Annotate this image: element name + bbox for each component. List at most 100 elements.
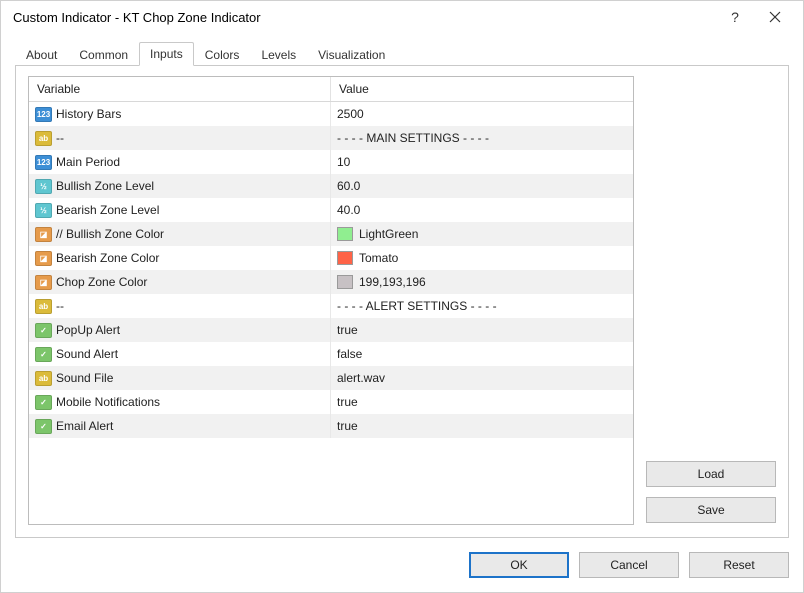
reset-button[interactable]: Reset: [689, 552, 789, 578]
col-header-value[interactable]: Value: [331, 77, 633, 101]
grid-body: 123History Bars2500ab--- - - - MAIN SETT…: [29, 102, 633, 524]
value-cell[interactable]: LightGreen: [331, 222, 633, 246]
close-button[interactable]: [755, 1, 795, 33]
tab-visualization[interactable]: Visualization: [307, 43, 396, 66]
value-text: true: [337, 395, 358, 409]
variable-cell: ½Bearish Zone Level: [29, 198, 331, 222]
value-cell[interactable]: - - - - MAIN SETTINGS - - - -: [331, 126, 633, 150]
variable-cell: ab Sound File: [29, 366, 331, 390]
str-type-icon: ab: [35, 299, 52, 314]
value-cell[interactable]: Tomato: [331, 246, 633, 270]
table-row[interactable]: ◪ Chop Zone Color 199,193,196: [29, 270, 633, 294]
table-row[interactable]: ✓ Sound Alert false: [29, 342, 633, 366]
variable-name: PopUp Alert: [56, 323, 120, 337]
str-type-icon: ab: [35, 371, 52, 386]
variable-cell: ✓ PopUp Alert: [29, 318, 331, 342]
dialog-window: Custom Indicator - KT Chop Zone Indicato…: [0, 0, 804, 593]
titlebar: Custom Indicator - KT Chop Zone Indicato…: [1, 1, 803, 33]
dbl-type-icon: ½: [35, 203, 52, 218]
value-cell[interactable]: alert.wav: [331, 366, 633, 390]
table-row[interactable]: ✓Email Alert true: [29, 414, 633, 438]
tab-about[interactable]: About: [15, 43, 68, 66]
variable-name: History Bars: [56, 107, 121, 121]
col-header-variable[interactable]: Variable: [29, 77, 331, 101]
table-row[interactable]: ◪ // Bullish Zone Color LightGreen: [29, 222, 633, 246]
variable-cell: ✓Email Alert: [29, 414, 331, 438]
value-text: Tomato: [359, 251, 398, 265]
table-row[interactable]: ✓Mobile Notificationstrue: [29, 390, 633, 414]
color-type-icon: ◪: [35, 251, 52, 266]
color-swatch: [337, 227, 353, 241]
side-buttons: Load Save: [646, 76, 776, 525]
variable-cell: ✓ Sound Alert: [29, 342, 331, 366]
value-cell[interactable]: 199,193,196: [331, 270, 633, 294]
tab-inputs[interactable]: Inputs: [139, 42, 194, 66]
value-cell[interactable]: true: [331, 390, 633, 414]
tab-levels[interactable]: Levels: [250, 43, 307, 66]
str-type-icon: ab: [35, 131, 52, 146]
table-row[interactable]: ◪ Bearish Zone Color Tomato: [29, 246, 633, 270]
color-type-icon: ◪: [35, 227, 52, 242]
value-cell[interactable]: true: [331, 318, 633, 342]
save-button[interactable]: Save: [646, 497, 776, 523]
close-icon: [769, 11, 781, 23]
value-text: true: [337, 323, 358, 337]
help-button[interactable]: ?: [715, 1, 755, 33]
load-button[interactable]: Load: [646, 461, 776, 487]
cancel-button[interactable]: Cancel: [579, 552, 679, 578]
inputs-grid[interactable]: Variable Value 123History Bars2500ab--- …: [28, 76, 634, 525]
table-row[interactable]: ½Bullish Zone Level60.0: [29, 174, 633, 198]
value-text: LightGreen: [359, 227, 418, 241]
value-text: 40.0: [337, 203, 360, 217]
value-text: 60.0: [337, 179, 360, 193]
table-row[interactable]: ab--- - - - MAIN SETTINGS - - - -: [29, 126, 633, 150]
value-cell[interactable]: 60.0: [331, 174, 633, 198]
variable-name: Sound Alert: [56, 347, 118, 361]
bool-type-icon: ✓: [35, 323, 52, 338]
int-type-icon: 123: [35, 107, 52, 122]
variable-cell: ab--: [29, 294, 331, 318]
table-row[interactable]: ab-- - - - - ALERT SETTINGS - - - -: [29, 294, 633, 318]
color-type-icon: ◪: [35, 275, 52, 290]
grid-header: Variable Value: [29, 77, 633, 102]
window-title: Custom Indicator - KT Chop Zone Indicato…: [13, 10, 715, 25]
variable-name: Mobile Notifications: [56, 395, 160, 409]
int-type-icon: 123: [35, 155, 52, 170]
variable-name: Main Period: [56, 155, 120, 169]
inputs-grid-wrap: Variable Value 123History Bars2500ab--- …: [28, 76, 634, 525]
variable-cell: ◪ Chop Zone Color: [29, 270, 331, 294]
variable-name: // Bullish Zone Color: [56, 227, 164, 241]
value-cell[interactable]: false: [331, 342, 633, 366]
variable-name: Chop Zone Color: [56, 275, 147, 289]
variable-cell: 123 History Bars: [29, 102, 331, 126]
variable-name: Email Alert: [56, 419, 113, 433]
value-text: 2500: [337, 107, 364, 121]
value-cell[interactable]: 2500: [331, 102, 633, 126]
value-cell[interactable]: 40.0: [331, 198, 633, 222]
table-row[interactable]: 123 History Bars 2500: [29, 102, 633, 126]
tab-common[interactable]: Common: [68, 43, 139, 66]
variable-name: Bullish Zone Level: [56, 179, 154, 193]
variable-name: Bearish Zone Color: [56, 251, 159, 265]
color-swatch: [337, 251, 353, 265]
table-row[interactable]: ✓ PopUp Alert true: [29, 318, 633, 342]
value-cell[interactable]: - - - - ALERT SETTINGS - - - -: [331, 294, 633, 318]
variable-cell: 123 Main Period: [29, 150, 331, 174]
bool-type-icon: ✓: [35, 347, 52, 362]
table-row[interactable]: ab Sound File alert.wav: [29, 366, 633, 390]
variable-cell: ◪ Bearish Zone Color: [29, 246, 331, 270]
value-text: 10: [337, 155, 350, 169]
value-text: true: [337, 419, 358, 433]
color-swatch: [337, 275, 353, 289]
variable-cell: ab--: [29, 126, 331, 150]
variable-name: Sound File: [56, 371, 113, 385]
tab-colors[interactable]: Colors: [194, 43, 251, 66]
value-text: alert.wav: [337, 371, 385, 385]
ok-button[interactable]: OK: [469, 552, 569, 578]
value-cell[interactable]: true: [331, 414, 633, 438]
table-row[interactable]: ½Bearish Zone Level 40.0: [29, 198, 633, 222]
dialog-footer: OK Cancel Reset: [1, 552, 803, 592]
value-text: - - - - ALERT SETTINGS - - - -: [337, 299, 497, 313]
table-row[interactable]: 123 Main Period 10: [29, 150, 633, 174]
value-cell[interactable]: 10: [331, 150, 633, 174]
